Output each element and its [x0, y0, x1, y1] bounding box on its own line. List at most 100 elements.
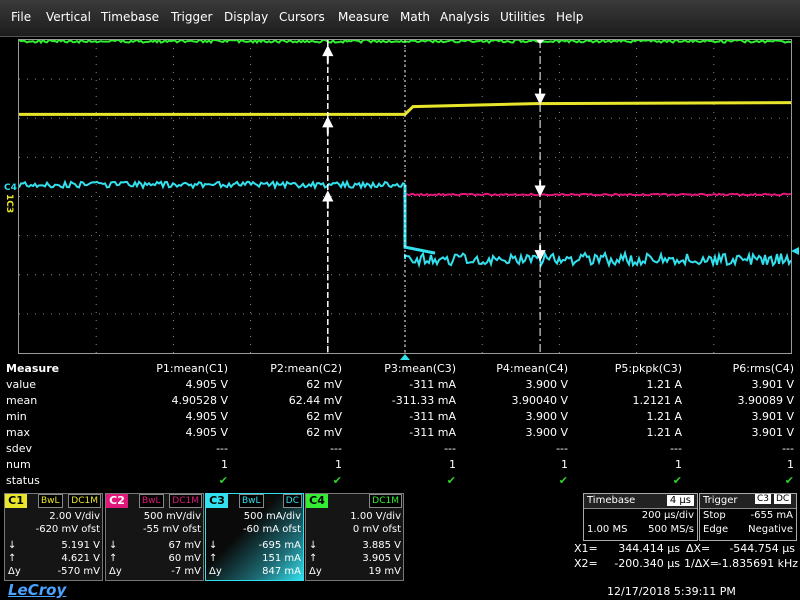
- menu-measure[interactable]: Measure: [338, 10, 389, 24]
- waveform-display[interactable]: [18, 39, 792, 354]
- measure-cell: ---: [458, 442, 568, 455]
- cursor-up-value: 3.905 V: [362, 553, 401, 564]
- measure-header[interactable]: P3:mean(C3): [346, 362, 456, 375]
- menu-display[interactable]: Display: [224, 10, 268, 24]
- measure-header[interactable]: P1:mean(C1): [118, 362, 228, 375]
- cursor-inv-value: -1.835691 kHz: [712, 557, 798, 570]
- measure-header[interactable]: P6:rms(C4): [684, 362, 794, 375]
- delta-y-value-symbol: Δy: [209, 566, 222, 577]
- bandwidth-limit-badge: BwL: [239, 494, 264, 508]
- measure-cell: -311.33 mA: [346, 394, 456, 407]
- delta-y-value-symbol: Δy: [309, 566, 322, 577]
- measure-cell: 3.901 V: [684, 410, 794, 423]
- coupling-badge: DC1M: [169, 494, 202, 508]
- measure-title: Measure: [6, 362, 59, 375]
- waveform-svg[interactable]: [19, 40, 791, 353]
- measure-cell: -311 mA: [346, 410, 456, 423]
- measure-row-min: min 4.905 V 62 mV -311 mA 3.900 V 1.21 A 3.901…: [0, 410, 800, 426]
- timebase-delay: 4 µs: [667, 495, 694, 506]
- c1c3-axis-label: 1C3: [4, 194, 14, 213]
- volts-per-div: 500 mV/div: [144, 511, 201, 522]
- coupling-badge: DC: [283, 494, 302, 508]
- menu-trigger[interactable]: Trigger: [171, 10, 212, 24]
- measure-row-label: max: [6, 426, 30, 439]
- channel-box-c4[interactable]: C4 DC1M 1.00 V/div 0 mV ofst ↓ 3.885 V ↑ 3.905 …: [305, 493, 404, 581]
- trigger-position-icon: [399, 353, 411, 361]
- timebase-title: Timebase: [587, 495, 635, 506]
- measure-cell: -311 mA: [346, 426, 456, 439]
- cursor-down-value: 5.191 V: [61, 540, 100, 551]
- measure-row-mean: mean 4.90528 V 62.44 mV -311.33 mA 3.90040 V…: [0, 394, 800, 410]
- measure-cell: 1.2121 A: [572, 394, 682, 407]
- cursor-down-value-symbol: ↓: [209, 540, 217, 551]
- trigger-slope: Negative: [748, 524, 793, 535]
- trigger-source: C3: [755, 494, 771, 504]
- status-check-icon: ✔: [572, 474, 682, 487]
- measure-cell: ---: [118, 442, 228, 455]
- cursor-up-value-symbol: ↑: [309, 553, 317, 564]
- menu-math[interactable]: Math: [400, 10, 430, 24]
- trigger-type: Edge: [703, 524, 728, 535]
- cursor-x2-label: X2=: [574, 557, 598, 570]
- offset: -60 mA ofst: [243, 524, 301, 535]
- channel-tag[interactable]: C2: [106, 494, 128, 508]
- menu-utilities[interactable]: Utilities: [500, 10, 545, 24]
- cursor-up-value-symbol: ↑: [109, 553, 117, 564]
- delta-y-value-symbol: Δy: [8, 566, 21, 577]
- footer-bar: LeCroy 12/17/2018 5:39:11 PM: [0, 580, 800, 600]
- measure-cell: 62 mV: [232, 426, 342, 439]
- trigger-level: -655 mA: [751, 510, 793, 521]
- trigger-title: Trigger: [703, 495, 738, 506]
- c3-trace-before: [19, 182, 405, 188]
- cursor-up-arrow-icon: [324, 118, 332, 134]
- measure-row-label: value: [6, 378, 36, 391]
- timebase-rate: 500 MS/s: [648, 524, 694, 535]
- menu-vertical[interactable]: Vertical: [46, 10, 91, 24]
- delta-y-value: 847 mA: [262, 566, 301, 577]
- delta-y-value: 19 mV: [369, 566, 402, 577]
- channel-tag[interactable]: C4: [306, 494, 328, 508]
- measure-cell: 62.44 mV: [232, 394, 342, 407]
- cursor-down-value-symbol: ↓: [109, 540, 117, 551]
- coupling-badge: DC1M: [68, 494, 101, 508]
- offset: -620 mV ofst: [36, 524, 100, 535]
- channel-box-c1[interactable]: C1 BwL DC1M 2.00 V/div -620 mV ofst ↓ 5.191 V ↑…: [4, 493, 103, 581]
- volts-per-div: 1.00 V/div: [350, 511, 401, 522]
- measure-header[interactable]: P5:pkpk(C3): [572, 362, 682, 375]
- date-time: 12/17/2018 5:39:11 PM: [607, 585, 736, 598]
- measure-row-sdev: sdev --- --- --- --- --- ---: [0, 442, 800, 458]
- channel-tag[interactable]: C1: [5, 494, 27, 508]
- measure-cell: 3.900 V: [458, 426, 568, 439]
- menu-cursors[interactable]: Cursors: [279, 10, 325, 24]
- menu-file[interactable]: File: [11, 10, 31, 24]
- timebase-box[interactable]: Timebase 4 µs 200 µs/div 1.00 MS 500 MS/…: [583, 493, 698, 541]
- cursor-up-arrow-icon: [324, 193, 332, 209]
- cursor-x1-value: 344.414 µs: [602, 542, 680, 555]
- channel-box-c3[interactable]: C3 BwL DC 500 mA/div -60 mA ofst ↓ -695 mA ↑ 151…: [205, 493, 304, 581]
- delta-y-value: -7 mV: [171, 566, 201, 577]
- cursor-down-value: 67 mV: [169, 540, 202, 551]
- measure-cell: 3.901 V: [684, 426, 794, 439]
- channel-box-c2[interactable]: C2 BwL DC1M 500 mV/div -55 mV ofst ↓ 67 mV ↑ 60 …: [105, 493, 204, 581]
- menu-analysis[interactable]: Analysis: [440, 10, 489, 24]
- trigger-box[interactable]: Trigger C3 DC Stop -655 mA Edge Negative: [699, 493, 797, 541]
- c4-axis-label: C4: [4, 183, 17, 193]
- measure-cell: ---: [346, 442, 456, 455]
- cursor-x1-label: X1=: [574, 542, 598, 555]
- channel-tag[interactable]: C3: [206, 494, 228, 508]
- cursor-dx-label: ΔX=: [686, 542, 710, 555]
- menu-help[interactable]: Help: [556, 10, 583, 24]
- measure-header[interactable]: P2:mean(C2): [232, 362, 342, 375]
- measure-cell: 4.90528 V: [118, 394, 228, 407]
- measure-cell: 3.900 V: [458, 410, 568, 423]
- measure-cell: 3.90040 V: [458, 394, 568, 407]
- measure-header[interactable]: P4:mean(C4): [458, 362, 568, 375]
- trigger-level-icon: [790, 246, 800, 256]
- menu-timebase[interactable]: Timebase: [101, 10, 159, 24]
- measure-row-label: min: [6, 410, 27, 423]
- status-check-icon: ✔: [118, 474, 228, 487]
- measure-cell: 4.905 V: [118, 378, 228, 391]
- cursor-up-value-symbol: ↑: [8, 553, 16, 564]
- timebase-samples: 1.00 MS: [587, 524, 627, 535]
- menu-bar: File Vertical Timebase Trigger Display C…: [0, 0, 800, 37]
